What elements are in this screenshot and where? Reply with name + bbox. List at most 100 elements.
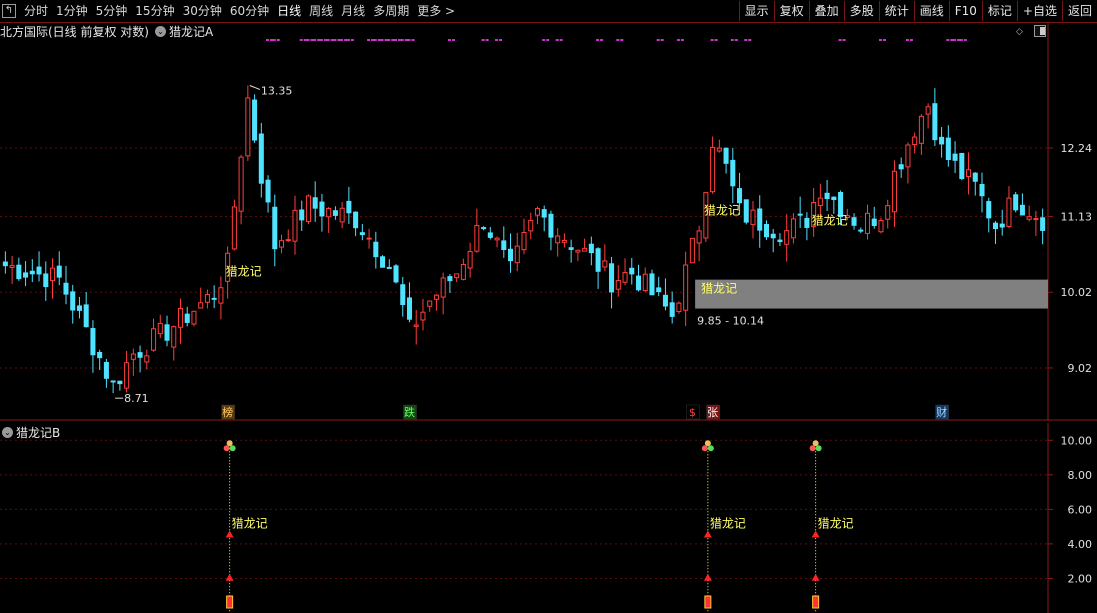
candle-body [797,213,803,216]
candlestick-chart[interactable]: 9.0210.0211.1312.2413.358.71猎龙记猎龙记猎龙记猎龙记… [0,23,1097,421]
candle-body [97,351,103,359]
candle-body [252,99,258,141]
toolbar-button-0[interactable]: 显示 [738,1,774,21]
candle-body [939,136,945,145]
candle-body [831,196,837,201]
back-arrow-icon[interactable]: ↰ [2,4,16,18]
period-tab-6[interactable]: 日线 [273,0,305,22]
magenta-mark [380,39,384,41]
toolbar-button-3[interactable]: 多股 [843,1,879,21]
candle-body [858,229,864,232]
magenta-mark [387,39,391,41]
candle-body [676,302,682,312]
magenta-mark [384,39,388,41]
magenta-mark [680,39,684,41]
candle-body [56,265,62,278]
candle-body [245,97,251,157]
period-tab-4[interactable]: 30分钟 [179,0,226,22]
candle-body [528,219,534,232]
candle-body [999,223,1005,228]
candle-body [986,201,992,219]
candle-body [2,261,8,267]
candle-body [824,192,830,200]
period-tab-10[interactable]: 更多 > [413,0,459,22]
ind-bar-mark [226,595,234,609]
candle-body [191,310,197,325]
candle-body [521,232,527,251]
candle-body [9,265,15,268]
candle-body [723,147,729,164]
period-tab-5[interactable]: 60分钟 [226,0,273,22]
magenta-mark [676,39,680,41]
candle-body [420,311,426,321]
candle-body [945,137,951,161]
candle-body [373,241,379,258]
candle-body [265,179,271,203]
candle-body [790,218,796,239]
toolbar-button-6[interactable]: F10 [948,1,982,21]
candle-body [541,209,547,218]
magenta-mark [310,39,314,41]
candle-body [1040,217,1046,231]
candle-body [460,263,466,280]
magenta-mark [616,39,620,41]
toolbar-button-2[interactable]: 叠加 [808,1,844,21]
magenta-mark [953,39,957,41]
magenta-mark [306,39,310,41]
toolbar-button-8[interactable]: +自选 [1016,1,1062,21]
ind-ball-icon [704,440,711,447]
candle-body [743,199,749,223]
candle-body [959,152,965,179]
candle-body [312,197,318,209]
magenta-mark [620,39,624,41]
period-tab-7[interactable]: 周线 [305,0,337,22]
magenta-mark [555,39,559,41]
period-tab-1[interactable]: 1分钟 [52,0,92,22]
period-tab-0[interactable]: 分时 [20,0,52,22]
candle-body [454,273,460,279]
magenta-mark [391,39,395,41]
toolbar-button-4[interactable]: 统计 [878,1,914,21]
candle-body [359,232,365,236]
candle-body [851,217,857,226]
toolbar-button-1[interactable]: 复权 [773,1,809,21]
magenta-mark [330,39,334,41]
candle-body [110,380,116,383]
candle-body [447,276,453,282]
signal-label-2: 猎龙记 [812,214,848,228]
toolbar-button-5[interactable]: 画线 [913,1,949,21]
candle-body [932,103,938,141]
period-tab-8[interactable]: 月线 [337,0,369,22]
ind-arrow-icon [811,573,820,581]
candle-body [279,240,285,248]
candle-body [76,305,82,311]
magenta-mark [326,39,330,41]
candle-body [231,206,237,250]
candle-body [29,270,35,275]
period-tab-9[interactable]: 多周期 [369,0,413,22]
toolbar-button-9[interactable]: 返回 [1061,1,1097,21]
indicator-chart[interactable]: 2.00 4.00 6.00 8.00 10.00 猎龙记 猎龙记 猎龙记 [0,423,1097,613]
candle-body [481,227,487,230]
ind-ball-icon [815,445,822,452]
ind-arrow-icon [703,530,712,538]
candle-body [36,266,42,275]
candle-body [393,265,399,283]
candle-body [427,300,433,307]
candle-body [319,201,325,217]
period-tab-3[interactable]: 15分钟 [131,0,178,22]
candle-body [716,147,722,152]
ind-tick-label-2: 6.00 [1068,503,1093,516]
candle-body [23,272,29,278]
candle-body [137,352,143,358]
candle-body [588,243,594,254]
period-tab-2[interactable]: 5分钟 [92,0,132,22]
ind-ball-icon [707,445,714,452]
high-label: 13.35 [261,84,293,97]
toolbar-buttons: 显示 复权 叠加 多股 统计 画线 F10 标记 +自选 返回 [738,0,1097,22]
toolbar-button-7[interactable]: 标记 [981,1,1017,21]
candle-body [763,223,769,238]
period-bar: ↰ 分时 1分钟 5分钟 15分钟 30分钟 60分钟 日线 周线 月线 多周期 更多 > [0,0,459,22]
magenta-mark [319,39,323,41]
magenta-mark [373,39,377,41]
